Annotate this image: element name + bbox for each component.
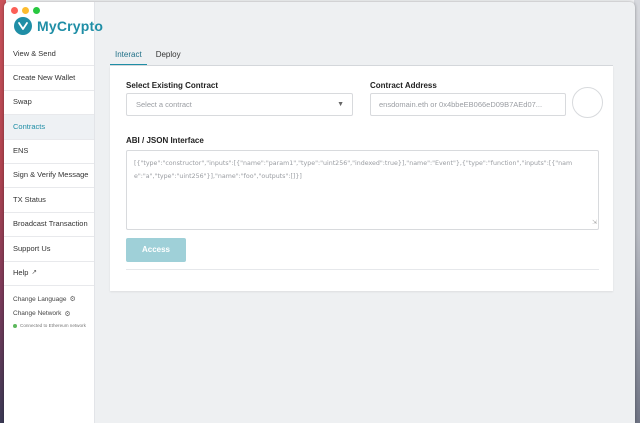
sidebar-item-help[interactable]: Help ↗ [4, 262, 94, 286]
sidebar-item-label: View & Send [13, 48, 56, 58]
abi-placeholder: [{"type":"constructor","inputs":[{"name"… [134, 160, 573, 180]
external-link-icon: ↗ [31, 269, 37, 277]
contract-address-label: Contract Address [370, 81, 437, 90]
sidebar-item-label: Help [13, 268, 29, 278]
change-language-label: Change Language [13, 295, 67, 303]
abi-textarea[interactable]: [{"type":"constructor","inputs":[{"name"… [126, 150, 599, 230]
tab-interact[interactable]: Interact [110, 46, 147, 66]
sidebar-item-sign-verify[interactable]: Sign & Verify Message [4, 164, 94, 189]
status-dot-icon [13, 323, 17, 328]
network-status-text: Connected to Ethereum network [20, 323, 86, 328]
close-window-button[interactable] [11, 7, 18, 14]
sidebar-footer: Change Language ⚙ Change Network ⚙ Connect… [13, 292, 86, 328]
contract-select-placeholder: Select a contract [136, 100, 192, 109]
contract-address-input[interactable]: ensdomain.eth or 0x4bbeEB066eD09B7AEd07.… [370, 93, 566, 116]
resize-handle-icon[interactable]: ⇲ [592, 216, 597, 229]
select-contract-label: Select Existing Contract [126, 81, 219, 90]
contract-select[interactable]: Select a contract ▼ [126, 93, 353, 116]
sidebar-item-broadcast[interactable]: Broadcast Transaction [4, 213, 94, 238]
panel-divider [126, 269, 599, 270]
mycrypto-logo-icon [14, 17, 32, 35]
brand-logo[interactable]: MyCrypto [14, 17, 103, 35]
tab-deploy[interactable]: Deploy [151, 46, 186, 66]
access-button[interactable]: Access [126, 238, 186, 262]
sidebar-item-label: Contracts [13, 121, 46, 131]
minimize-window-button[interactable] [22, 7, 29, 14]
sidebar-item-ens[interactable]: ENS [4, 140, 94, 164]
app-name: MyCrypto [37, 18, 104, 34]
sidebar-item-tx-status[interactable]: TX Status [4, 188, 94, 213]
gear-icon: ⚙ [69, 296, 76, 304]
sidebar-item-label: Sign & Verify Message [13, 170, 89, 180]
sidebar-item-label: Broadcast Transaction [13, 219, 88, 229]
maximize-window-button[interactable] [33, 7, 40, 14]
network-status: Connected to Ethereum network [13, 323, 86, 328]
sidebar-item-view-send[interactable]: View & Send [4, 42, 94, 67]
sidebar-item-contracts[interactable]: Contracts [4, 115, 94, 140]
gear-icon: ⚙ [64, 310, 71, 318]
sidebar-item-label: Support Us [13, 243, 51, 253]
sidebar-item-create-wallet[interactable]: Create New Wallet [4, 66, 94, 91]
interact-panel: Select Existing Contract Select a contra… [110, 66, 613, 291]
abi-label: ABI / JSON Interface [126, 136, 204, 145]
sidebar-item-swap[interactable]: Swap [4, 91, 94, 116]
chevron-down-icon: ▼ [337, 101, 344, 108]
sidebar-item-support[interactable]: Support Us [4, 237, 94, 262]
sidebar-item-label: TX Status [13, 194, 46, 204]
sidebar-item-label: Create New Wallet [13, 72, 76, 82]
change-language-link[interactable]: Change Language ⚙ [13, 292, 86, 307]
sidebar: MyCrypto View & Send Create New Wallet S… [4, 2, 103, 423]
change-network-link[interactable]: Change Network ⚙ [13, 307, 86, 322]
main-content: Interact Deploy Select Existing Contract… [95, 2, 635, 423]
sidebar-item-label: Swap [13, 97, 32, 107]
sidebar-nav: View & Send Create New Wallet Swap Contr… [4, 42, 94, 286]
window-controls [11, 7, 40, 14]
change-network-label: Change Network [13, 310, 62, 318]
address-identicon [572, 87, 603, 118]
sidebar-item-label: ENS [13, 146, 29, 156]
contract-tabs: Interact Deploy [110, 46, 190, 66]
app-window: MyCrypto View & Send Create New Wallet S… [4, 2, 635, 423]
